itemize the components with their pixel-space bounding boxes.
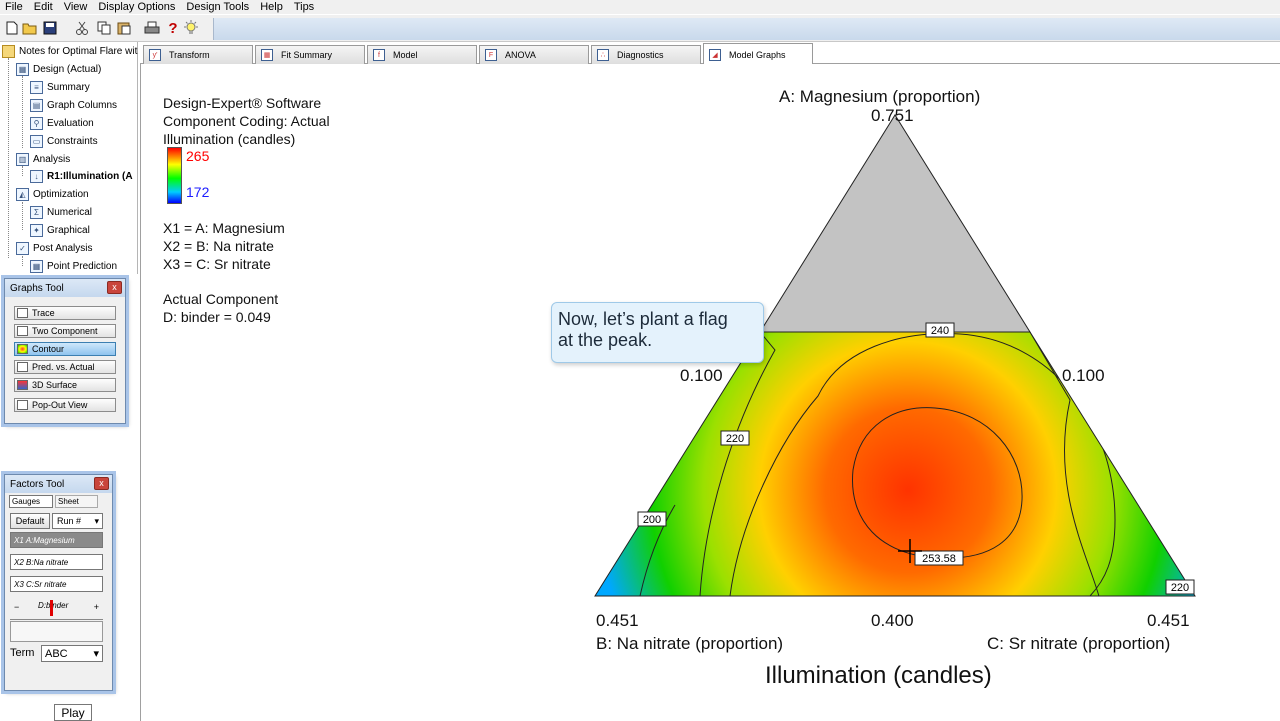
callout-line-2: at the peak. [558,330,653,350]
contour-label-220-right: 220 [1171,582,1189,594]
axis-left-mid: 0.100 [680,366,723,385]
constrained-region [759,114,1031,333]
contour-label-200: 200 [643,514,661,526]
axis-b-max: 0.451 [596,611,639,630]
callout-line-1: Now, let’s plant a flag [558,309,728,329]
tutorial-callout: Now, let’s plant a flag at the peak. [551,302,764,363]
axis-a-max: 0.751 [871,106,914,125]
plot-title: Illumination (candles) [765,662,992,689]
contour-label-240: 240 [931,325,949,337]
axis-c-max: 0.451 [1147,611,1190,630]
axis-right-mid: 0.100 [1062,366,1105,385]
axis-b-label: B: Na nitrate (proportion) [596,634,784,653]
axis-c-label: C: Sr nitrate (proportion) [987,634,1171,653]
axis-bottom-mid: 0.400 [871,611,914,630]
contour-label-220-left: 220 [726,433,744,445]
axis-a-label: A: Magnesium (proportion) [779,87,981,106]
peak-value-label: 253.58 [922,553,956,565]
